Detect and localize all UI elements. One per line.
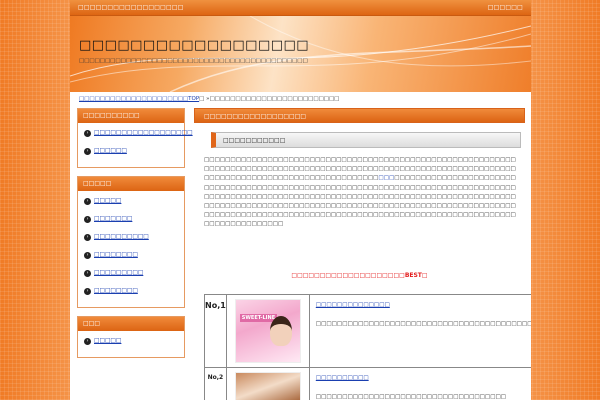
sidebar-box-title: □□□□□	[78, 177, 184, 191]
article-body: □□□□□□□□□□□□□□□□□□□□□□□□□□□□□□□□□□□□□□□□…	[204, 156, 521, 264]
ranking-table: No,1 SWEET-LINE □□□□□□□□□□□□□□ □□□□□□□□□…	[204, 294, 531, 400]
sidebar-box-title: □□□	[78, 317, 184, 331]
banner-swoosh-graphic	[70, 16, 531, 92]
sidebar-item[interactable]: › □□□□□□□□	[84, 287, 178, 295]
sidebar-item[interactable]: › □□□□□	[84, 197, 178, 205]
product-image[interactable]	[234, 372, 301, 400]
product-description: □□□□□□□□□□ □□□□□□□□□□□□□□□□□□□□□□□□□□□□□…	[308, 367, 531, 400]
product-description: □□□□□□□□□□□□□□ □□□□□□□□□□□□□□□□□□□□□□□□□…	[308, 294, 531, 368]
section-heading: □□□□□□□□□□□	[211, 132, 521, 148]
arrow-right-icon: ›	[84, 269, 91, 277]
main-content: □□□□□□□□□□□□□□□□□□ □□□□□□□□□□□ □□□□□□□□□…	[194, 108, 531, 400]
sidebar-item[interactable]: › □□□□□□	[84, 147, 178, 155]
top-bar: □□□□□□□□□□□□□□□□□□ □□□□□□	[70, 0, 531, 16]
sidebar-item[interactable]: › □□□□□□□□□□	[84, 233, 178, 241]
arrow-right-icon: ›	[84, 197, 91, 205]
breadcrumb-home-link[interactable]: □□□□□□□□□□□□□□□□□□□□□TOP	[79, 96, 199, 102]
breadcrumb-current: □□□□□□□□□□□□□□□□□□□□□□□□□	[209, 96, 340, 102]
sidebar-item-link[interactable]: □□□□□	[94, 338, 121, 344]
ranking-heading-suffix: □	[421, 272, 428, 279]
arrow-right-icon: ›	[84, 215, 91, 223]
sidebar-box-title: □□□□□□□□□□	[78, 109, 184, 123]
product-image-cell: SWEET-LINE	[225, 294, 310, 368]
sidebar-item-link[interactable]: □□□□□□□□□□□□□□□□□□	[94, 130, 193, 136]
topbar-sitemap-link[interactable]: □□□□□□	[488, 4, 523, 11]
sidebar-item-link[interactable]: □□□□□□□	[94, 216, 132, 222]
product-text: □□□□□□□□□□□□□□□□□□□□□□□□□□□□□□□□□□□□□□□□…	[315, 321, 531, 327]
article-inline-link[interactable]: □□□	[378, 175, 394, 181]
sidebar-item-link[interactable]: □□□□□□□□□□	[94, 234, 149, 240]
product-link[interactable]: □□□□□□□□□□□□□□	[316, 301, 531, 310]
breadcrumb-separator: □ »	[199, 96, 210, 102]
sidebar-item-link[interactable]: □□□□□	[94, 198, 121, 204]
site-title[interactable]: □□□□□□□□□□□□□□□□□□	[79, 38, 309, 53]
ranking-heading: □□□□□□□□□□□□□□□□□□□□BEST□	[194, 272, 525, 279]
article-text-b: □□□□□□□□□□□□□□□□□□□□□□□□□□□□□□□□□□□□□□□□…	[204, 175, 516, 228]
product-link[interactable]: □□□□□□□□□□	[316, 374, 531, 383]
arrow-right-icon: ›	[84, 337, 91, 345]
topbar-tagline: □□□□□□□□□□□□□□□□□□	[78, 4, 184, 11]
sidebar-item-link[interactable]: □□□□□□□□	[94, 252, 138, 258]
ranking-row: No,2 □□□□□□□□□□ □□□□□□□□□□□□□□□□□□□□□□□□…	[204, 367, 531, 400]
sidebar-box-1: □□□□□□□□□□ › □□□□□□□□□□□□□□□□□□ › □□□□□□	[77, 108, 193, 168]
arrow-right-icon: ›	[84, 129, 91, 137]
sidebar-box-3: □□□ › □□□□□	[77, 316, 185, 358]
sidebar-box-2: □□□□□ › □□□□□ › □□□□□□□ › □□□□□□□□□□ › □□□□□…	[77, 176, 185, 308]
rank-number: No,1	[204, 294, 227, 368]
arrow-right-icon: ›	[84, 251, 91, 259]
sidebar-item-link[interactable]: □□□□□□□□□	[94, 270, 143, 276]
sidebar-item[interactable]: › □□□□□□□□□□□□□□□□□□	[84, 129, 193, 137]
page-title: □□□□□□□□□□□□□□□□□□	[194, 108, 525, 123]
sidebar-item[interactable]: › □□□□□□□□	[84, 251, 178, 259]
page: □□□□□□□□□□□□□□□□□□ □□□□□□ □□□□□□□□□□□□□□…	[70, 0, 531, 400]
ranking-heading-best: BEST	[404, 272, 422, 279]
sidebar-item[interactable]: › □□□□□□□	[84, 215, 178, 223]
ranking-row: No,1 SWEET-LINE □□□□□□□□□□□□□□ □□□□□□□□□…	[204, 294, 531, 368]
header-banner: □□□□□□□□□□□□□□□□□□ □□□□□□□□□□□□□□□□□□□□□…	[70, 16, 531, 92]
sidebar-item[interactable]: › □□□□□	[84, 337, 178, 345]
breadcrumb: □□□□□□□□□□□□□□□□□□□□□TOP□ »□□□□□□□□□□□□□…	[79, 96, 339, 102]
ranking-heading-text: □□□□□□□□□□□□□□□□□□□□	[291, 272, 405, 279]
arrow-right-icon: ›	[84, 287, 91, 295]
sidebar-item-link[interactable]: □□□□□□□□	[94, 288, 138, 294]
sidebar: □□□□□□□□□□ › □□□□□□□□□□□□□□□□□□ › □□□□□□ □…	[77, 108, 193, 366]
product-image[interactable]: SWEET-LINE	[234, 299, 301, 363]
arrow-right-icon: ›	[84, 147, 91, 155]
model-photo-icon	[269, 316, 292, 346]
site-subtitle: □□□□□□□□□□□□□□□□□□□□□□□□□□□□□□□□□□□□□□□□…	[79, 58, 308, 64]
sidebar-item[interactable]: › □□□□□□□□□	[84, 269, 178, 277]
product-image-cell	[225, 367, 310, 400]
sidebar-item-link[interactable]: □□□□□□	[94, 148, 127, 154]
rank-number: No,2	[204, 367, 227, 400]
arrow-right-icon: ›	[84, 233, 91, 241]
product-text: □□□□□□□□□□□□□□□□□□□□□□□□□□□□□□□□□□□□	[315, 394, 507, 400]
